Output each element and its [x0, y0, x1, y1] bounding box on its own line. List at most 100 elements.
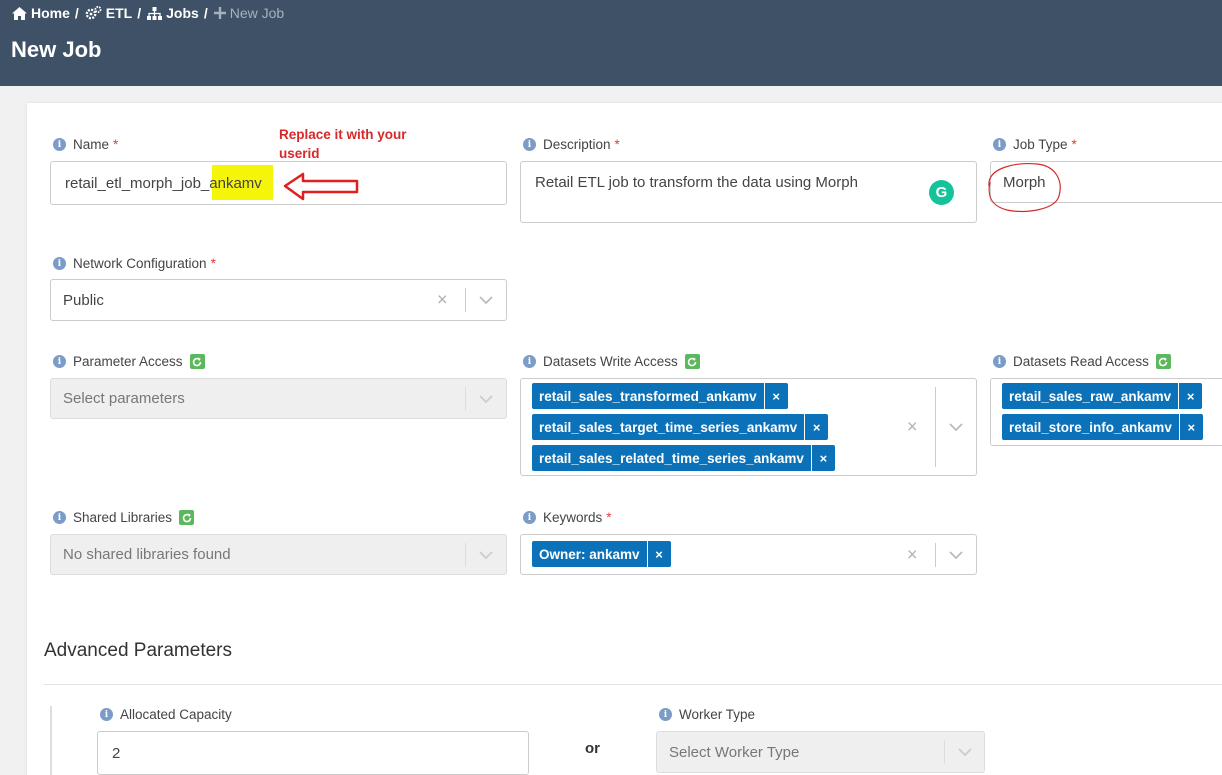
description-label: i Description * — [523, 137, 620, 152]
required-marker: * — [614, 137, 620, 152]
annotation-note: Replace it with your userid — [279, 127, 407, 161]
shared-libraries-label: i Shared Libraries — [53, 510, 195, 525]
tag-label: retail_sales_transformed_ankamv — [539, 388, 757, 404]
description-textarea[interactable]: Retail ETL job to transform the data usi… — [520, 161, 977, 223]
tag-label: retail_store_info_ankamv — [1009, 419, 1172, 435]
annotation-circle-icon — [988, 163, 1061, 213]
parameter-access-label: i Parameter Access — [53, 354, 205, 369]
breadcrumb-separator: / — [74, 5, 79, 21]
datasets-read-access-label-text: Datasets Read Access — [1013, 354, 1149, 369]
tag-remove-icon[interactable]: × — [810, 445, 835, 471]
tag-remove-icon[interactable]: × — [763, 383, 788, 409]
tag-label: retail_sales_related_time_series_ankamv — [539, 450, 804, 466]
shared-libraries-select: No shared libraries found — [50, 534, 507, 575]
info-icon: i — [523, 511, 536, 524]
network-configuration-select[interactable]: Public × — [50, 279, 507, 321]
clear-icon[interactable]: × — [437, 290, 448, 311]
select-divider — [935, 543, 936, 567]
shared-libraries-label-text: Shared Libraries — [73, 510, 173, 525]
plus-icon — [213, 7, 226, 19]
breadcrumb-home[interactable]: Home — [12, 5, 70, 21]
info-icon: i — [523, 138, 536, 151]
grammarly-icon[interactable]: G — [929, 180, 954, 205]
annotation-arrow-icon — [283, 172, 359, 201]
shared-libraries-placeholder: No shared libraries found — [63, 546, 231, 563]
worker-type-label: i Worker Type — [659, 707, 755, 722]
info-icon: i — [100, 708, 113, 721]
sitemap-icon — [147, 6, 163, 20]
select-divider — [465, 288, 466, 312]
refresh-icon[interactable] — [189, 354, 205, 369]
select-divider — [465, 387, 466, 411]
advanced-parameters-title: Advanced Parameters — [44, 640, 232, 661]
section-divider — [44, 684, 1222, 685]
tag-chip: retail_sales_raw_ankamv × — [1002, 383, 1203, 409]
breadcrumb-current-label: New Job — [229, 5, 285, 21]
refresh-icon[interactable] — [179, 510, 195, 525]
breadcrumb-jobs-label: Jobs — [166, 5, 199, 21]
or-separator: or — [585, 740, 600, 757]
description-value: Retail ETL job to transform the data usi… — [535, 174, 858, 191]
name-label-text: Name — [73, 137, 110, 152]
worker-type-label-text: Worker Type — [679, 707, 756, 722]
chevron-down-icon — [479, 550, 493, 559]
tag-chip: retail_store_info_ankamv × — [1002, 414, 1203, 440]
network-configuration-label-text: Network Configuration — [73, 256, 207, 271]
breadcrumb-etl[interactable]: ETL — [85, 5, 132, 21]
refresh-icon[interactable] — [1155, 354, 1171, 369]
worker-type-placeholder: Select Worker Type — [669, 743, 800, 761]
datasets-write-access-label-text: Datasets Write Access — [543, 354, 678, 369]
job-type-label: i Job Type * — [993, 137, 1077, 152]
select-divider — [465, 543, 466, 567]
name-input-value: retail_etl_morph_job_ankamv — [65, 174, 262, 192]
parameter-access-select: Select parameters — [50, 378, 507, 419]
chevron-down-icon[interactable] — [949, 550, 963, 559]
tag-remove-icon[interactable]: × — [804, 414, 828, 440]
info-icon: i — [523, 355, 536, 368]
refresh-icon[interactable] — [684, 354, 700, 369]
tag-remove-icon[interactable]: × — [1178, 383, 1202, 409]
required-marker: * — [210, 256, 216, 271]
allocated-capacity-label: i Allocated Capacity — [100, 707, 232, 722]
name-input[interactable]: retail_etl_morph_job_ankamv — [50, 161, 507, 205]
tag-remove-icon[interactable]: × — [1178, 414, 1203, 440]
tag-label: retail_sales_raw_ankamv — [1009, 388, 1172, 404]
tag-label: retail_sales_target_time_series_ankamv — [539, 419, 798, 435]
tag-label: Owner: ankamv — [539, 546, 640, 562]
breadcrumb-jobs[interactable]: Jobs — [147, 5, 199, 21]
chevron-down-icon[interactable] — [949, 423, 963, 431]
clear-icon[interactable]: × — [907, 417, 918, 438]
network-configuration-value: Public — [63, 291, 104, 309]
tag-remove-icon[interactable]: × — [646, 541, 671, 567]
clear-icon[interactable]: × — [907, 544, 918, 565]
job-type-label-text: Job Type — [1013, 137, 1068, 152]
info-icon: i — [53, 257, 66, 270]
page-title: New Job — [11, 37, 102, 62]
description-label-text: Description — [543, 137, 611, 152]
info-icon: i — [659, 708, 672, 721]
tag-chip: Owner: ankamv × — [532, 541, 671, 567]
page-header: Home / ETL / Jobs / New Job New Job — [0, 0, 1222, 86]
chevron-down-icon[interactable] — [479, 296, 493, 304]
datasets-write-access-label: i Datasets Write Access — [523, 354, 700, 369]
info-icon: i — [53, 511, 66, 524]
home-icon — [12, 6, 27, 20]
allocated-capacity-input[interactable]: 2 — [97, 731, 529, 775]
allocated-capacity-value: 2 — [112, 744, 121, 762]
chevron-down-icon — [479, 394, 493, 403]
name-label: i Name * — [53, 137, 118, 152]
breadcrumb-etl-label: ETL — [105, 5, 133, 21]
keywords-label-text: Keywords — [543, 510, 603, 525]
breadcrumb-current: New Job — [213, 5, 285, 21]
breadcrumb-separator: / — [203, 5, 208, 21]
breadcrumb-separator: / — [137, 5, 142, 21]
parameter-access-placeholder: Select parameters — [63, 390, 185, 407]
allocated-capacity-label-text: Allocated Capacity — [120, 707, 232, 722]
select-divider — [944, 740, 945, 764]
required-marker: * — [113, 137, 119, 152]
breadcrumb: Home / ETL / Jobs / New Job — [12, 5, 284, 21]
parameter-access-label-text: Parameter Access — [73, 354, 183, 369]
tag-chip: retail_sales_related_time_series_ankamv … — [532, 445, 835, 471]
info-icon: i — [993, 355, 1006, 368]
required-marker: * — [1071, 137, 1077, 152]
